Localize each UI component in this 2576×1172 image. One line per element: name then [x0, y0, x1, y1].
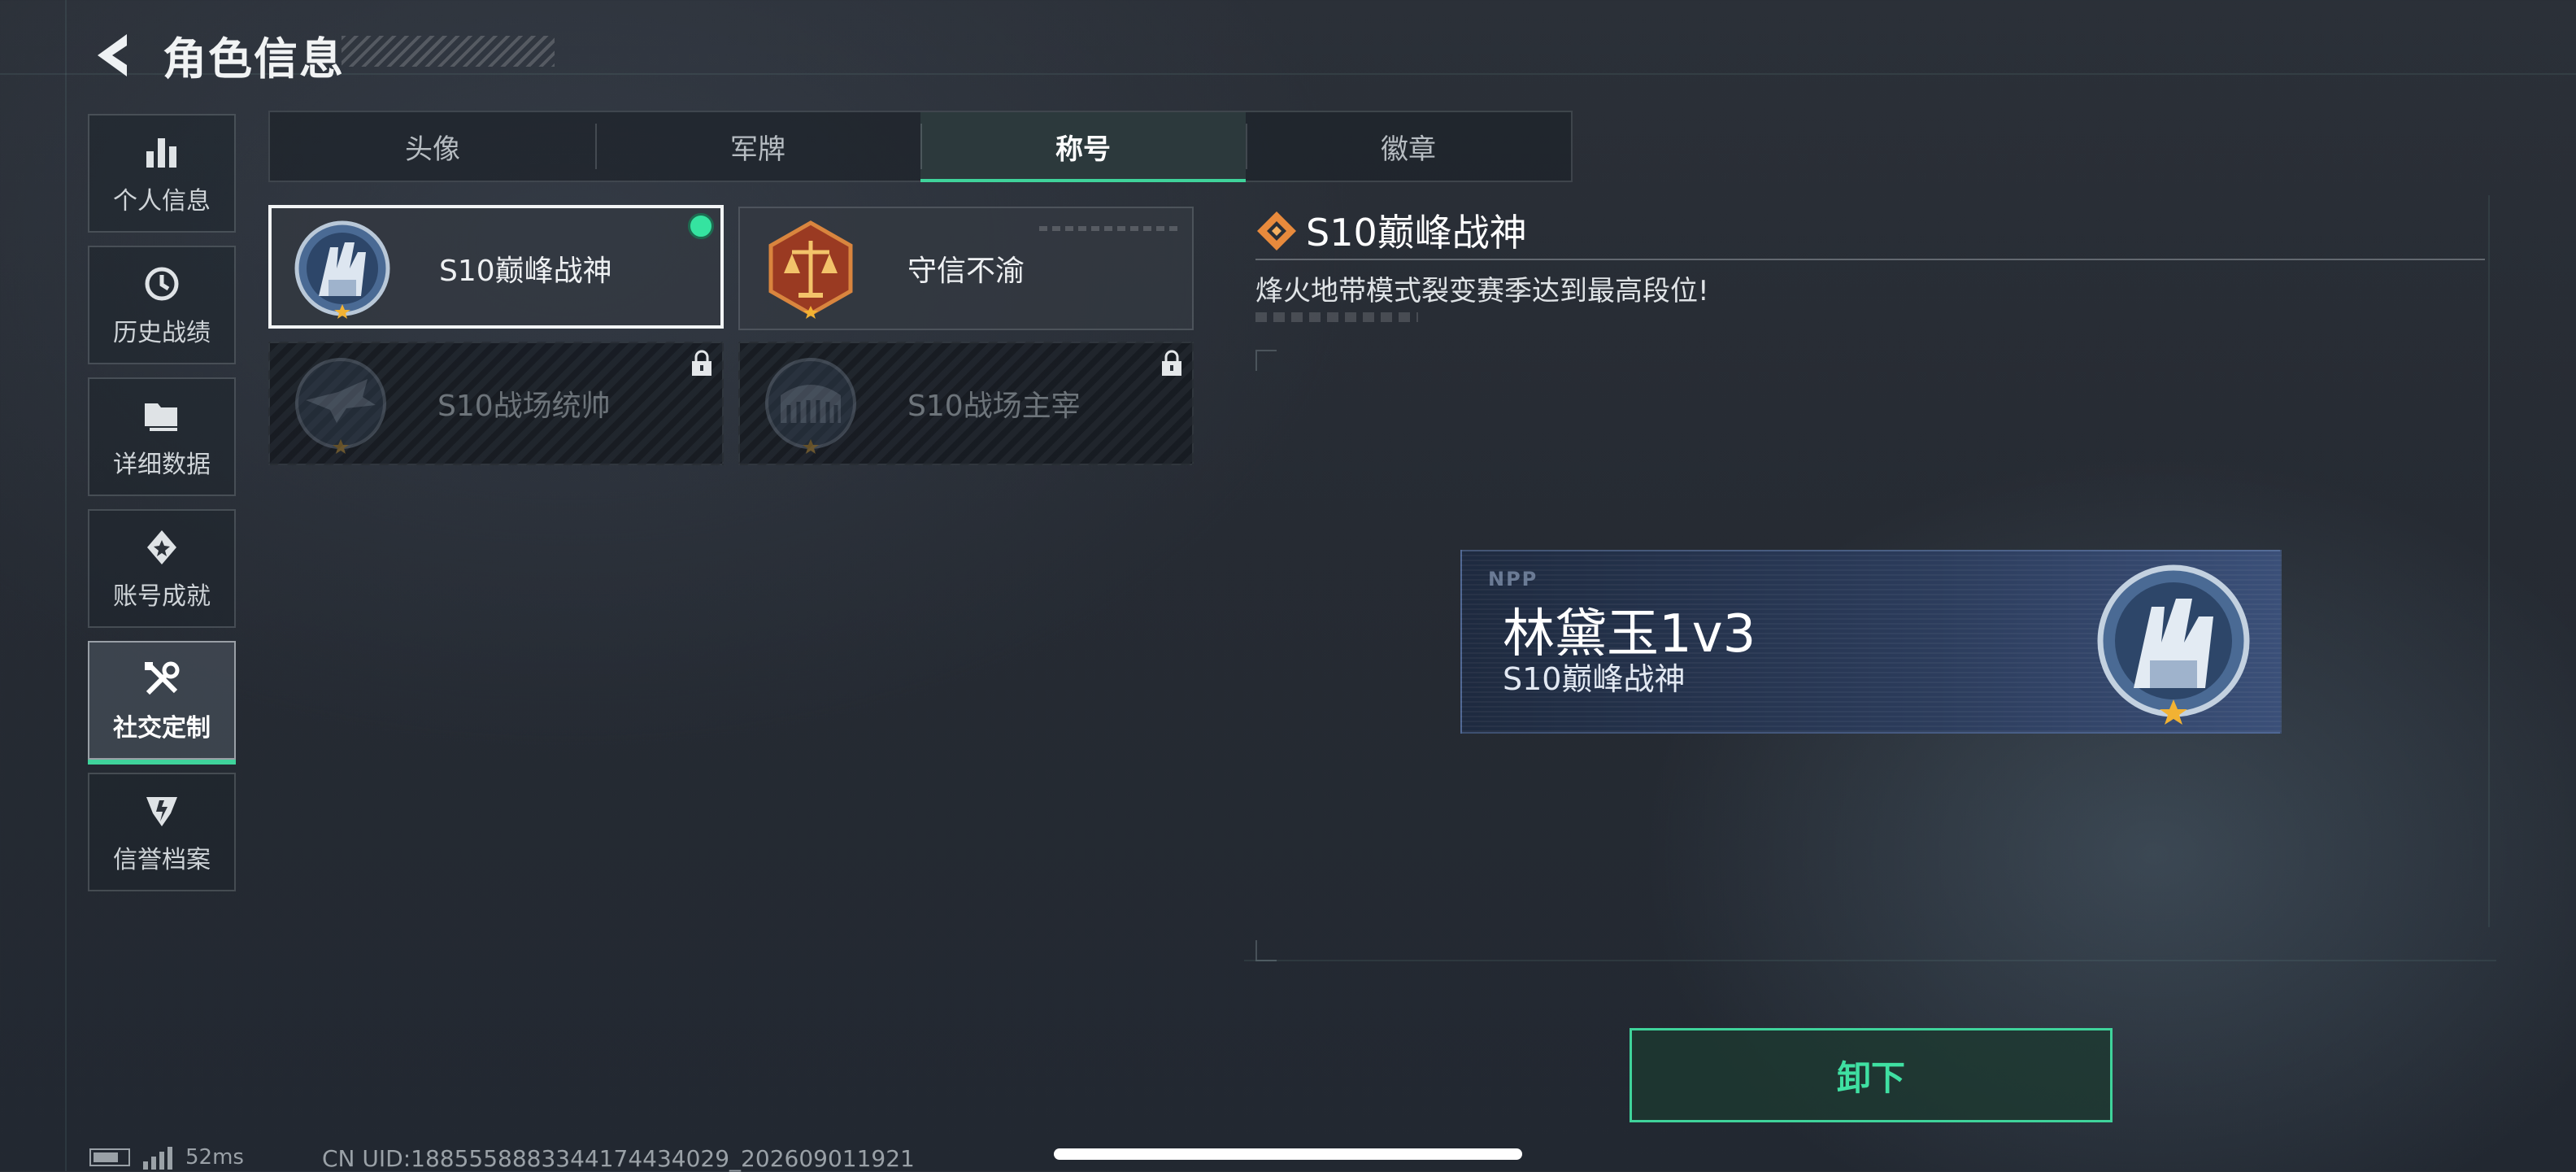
- history-icon: [145, 267, 179, 301]
- title-card-trustworthy[interactable]: 守信不渝: [738, 207, 1194, 330]
- sidebar-item-label: 个人信息: [113, 187, 211, 216]
- tab-dog-tag[interactable]: 军牌: [595, 112, 920, 181]
- bg-grid-line: [0, 73, 2576, 75]
- signal-icon: [143, 1147, 172, 1170]
- title-diamond-icon: [1257, 211, 1296, 251]
- sidebar-item-social-custom[interactable]: 社交定制: [88, 641, 236, 765]
- tab-bar: 头像 军牌 称号 徽章: [268, 111, 1573, 182]
- title-card-s10-commander[interactable]: S10战场统帅: [268, 342, 724, 465]
- tab-badge[interactable]: 徽章: [1246, 112, 1571, 181]
- bg-grid-line: [65, 0, 67, 1171]
- battery-icon: [89, 1148, 130, 1166]
- tools-icon: [145, 661, 180, 695]
- bg-grid-line: [2488, 195, 2490, 927]
- sidebar-item-label: 社交定制: [113, 714, 211, 743]
- sidebar-item-label: 详细数据: [113, 451, 211, 479]
- peak-god-emblem-icon: [294, 220, 390, 319]
- bg-grid-line: [1244, 960, 2496, 961]
- title-preview-banner: NPP 林黛玉1v3 S10巅峰战神: [1460, 550, 2282, 734]
- sidebar-item-personal-info[interactable]: 个人信息: [88, 114, 236, 233]
- banner-logo: NPP: [1488, 568, 1538, 590]
- title-card-name: S10战场统帅: [437, 390, 611, 423]
- title-decoration: [342, 36, 555, 67]
- sidebar-item-label: 历史战绩: [113, 319, 211, 347]
- title-card-s10-dominator[interactable]: S10战场主宰: [738, 342, 1194, 465]
- detail-description: 烽火地带模式裂变赛季达到最高段位!: [1255, 275, 1709, 307]
- frame-corner: [1255, 350, 1277, 371]
- divider: [1255, 259, 2485, 260]
- title-card-name: 守信不渝: [907, 255, 1025, 288]
- title-card-s10-peak-god[interactable]: S10巅峰战神: [268, 205, 724, 329]
- sidebar-item-history[interactable]: 历史战绩: [88, 246, 236, 364]
- unequip-button[interactable]: 卸下: [1630, 1028, 2113, 1122]
- back-button[interactable]: [88, 29, 140, 81]
- ping-value: 52ms: [185, 1145, 244, 1170]
- card-decoration: [1039, 226, 1177, 231]
- frame-corner: [1255, 940, 1277, 961]
- status-bar: 52ms: [89, 1145, 244, 1170]
- title-card-name: S10巅峰战神: [439, 255, 612, 288]
- tab-avatar[interactable]: 头像: [270, 112, 595, 181]
- home-indicator[interactable]: [1054, 1148, 1522, 1160]
- colosseum-emblem-icon: [765, 358, 856, 454]
- sidebar-item-reputation[interactable]: 信誉档案: [88, 773, 236, 891]
- commander-emblem-icon: [295, 358, 386, 454]
- equipped-indicator: [688, 213, 714, 239]
- back-arrow-icon: [98, 34, 127, 76]
- sidebar-item-achievements[interactable]: 账号成就: [88, 509, 236, 628]
- achievement-icon: [147, 530, 176, 564]
- lock-icon: [692, 350, 711, 376]
- detail-decoration: [1255, 312, 1418, 322]
- peak-god-emblem-icon: [2097, 564, 2250, 725]
- detail-title: S10巅峰战神: [1306, 211, 1527, 255]
- reputation-icon: [146, 797, 177, 826]
- sidebar-item-detailed-data[interactable]: 详细数据: [88, 377, 236, 496]
- folder-icon: [145, 403, 177, 431]
- user-uid: CN UID:1885558883344174434029_2026090119…: [322, 1145, 915, 1172]
- tab-title[interactable]: 称号: [920, 112, 1246, 182]
- page-title: 角色信息: [163, 33, 345, 85]
- lock-icon: [1162, 350, 1181, 376]
- sidebar-item-label: 信誉档案: [113, 846, 211, 874]
- bar-chart-icon: [146, 138, 176, 168]
- banner-title: S10巅峰战神: [1503, 661, 1686, 697]
- title-card-name: S10战场主宰: [907, 390, 1081, 423]
- sidebar-item-label: 账号成就: [113, 582, 211, 611]
- justice-scale-emblem-icon: [768, 220, 853, 319]
